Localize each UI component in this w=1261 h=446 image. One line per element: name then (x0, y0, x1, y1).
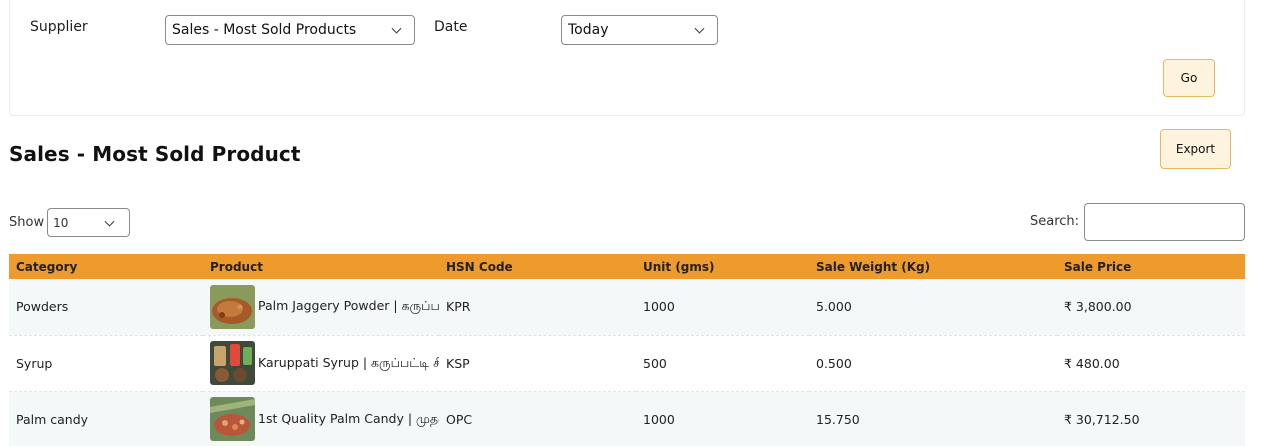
cell-sale-weight: 15.750 (816, 411, 860, 427)
supplier-select[interactable]: Sales - Most Sold Products (165, 15, 415, 45)
cell-product: 1st Quality Palm Candy | முதல் தர பனங்கற… (203, 391, 439, 446)
column-header-sale-price[interactable]: Sale Price (1057, 254, 1245, 279)
cell-product: Palm Jaggery Powder | கருப்பட்டி தூள் (203, 279, 439, 335)
cell-category: Palm candy (16, 411, 89, 427)
cell-unit: 1000 (643, 299, 675, 315)
go-button[interactable]: Go (1163, 59, 1215, 97)
data-table: Category Product HSN Code Unit (gms) Sal… (9, 254, 1245, 446)
table-row: Palm candy 1st Quality Palm Candy | முதல… (9, 391, 1245, 446)
date-select[interactable]: Today (561, 15, 718, 45)
page-length-control: Show 10 (9, 208, 131, 237)
product-image (210, 397, 255, 441)
cell-sale-price: ₹ 3,800.00 (1064, 299, 1132, 315)
cell-product: Karuppati Syrup | கருப்பட்டி சிரப் (203, 335, 439, 391)
table-header-row: Category Product HSN Code Unit (gms) Sal… (9, 254, 1245, 279)
chevron-down-icon (104, 216, 115, 227)
cell-sale-price: ₹ 30,712.50 (1064, 411, 1140, 427)
column-header-unit[interactable]: Unit (gms) (636, 254, 809, 279)
cell-hsn-code: OPC (446, 411, 473, 427)
table-row: Syrup Karuppati Syrup | கருப்பட்டி சிரப்… (9, 335, 1245, 391)
date-select-value: Today (568, 22, 609, 38)
product-name[interactable]: 1st Quality Palm Candy | முதல் தர பனங்கற… (258, 411, 439, 428)
search-input[interactable] (1084, 203, 1245, 241)
product-cell: Karuppati Syrup | கருப்பட்டி சிரப் (210, 341, 439, 385)
date-label: Date (434, 19, 468, 35)
cell-unit: 500 (643, 355, 667, 371)
cell-hsn-code: KPR (446, 299, 471, 315)
chevron-down-icon (694, 23, 705, 34)
table-row: Powders Palm Jaggery Powder | கருப்பட்டி… (9, 279, 1245, 335)
product-name[interactable]: Palm Jaggery Powder | கருப்பட்டி தூள் (258, 298, 439, 315)
page-length-select[interactable]: 10 (47, 208, 131, 237)
page-title: Sales - Most Sold Product (9, 142, 301, 166)
column-header-sale-weight[interactable]: Sale Weight (Kg) (809, 254, 1057, 279)
cell-sale-weight: 0.500 (816, 355, 852, 371)
column-header-hsn-code[interactable]: HSN Code (439, 254, 636, 279)
chevron-down-icon (391, 23, 402, 34)
product-image (210, 284, 255, 329)
show-label: Show (9, 215, 45, 230)
supplier-label: Supplier (30, 19, 88, 35)
column-header-product[interactable]: Product (203, 254, 439, 279)
cell-unit: 1000 (643, 411, 675, 427)
product-image (210, 341, 255, 385)
column-header-category[interactable]: Category (9, 254, 203, 279)
product-cell: Palm Jaggery Powder | கருப்பட்டி தூள் (210, 284, 439, 329)
product-name[interactable]: Karuppati Syrup | கருப்பட்டி சிரப் (258, 355, 439, 372)
cell-category: Powders (16, 299, 69, 315)
cell-sale-price: ₹ 480.00 (1064, 355, 1120, 371)
product-cell: 1st Quality Palm Candy | முதல் தர பனங்கற… (210, 397, 439, 441)
search-label: Search: (1030, 214, 1080, 229)
cell-sale-weight: 5.000 (816, 299, 852, 315)
export-button[interactable]: Export (1160, 129, 1231, 169)
supplier-select-value: Sales - Most Sold Products (172, 22, 357, 38)
cell-hsn-code: KSP (446, 355, 470, 371)
page-length-value: 10 (53, 215, 69, 230)
cell-category: Syrup (16, 355, 53, 371)
